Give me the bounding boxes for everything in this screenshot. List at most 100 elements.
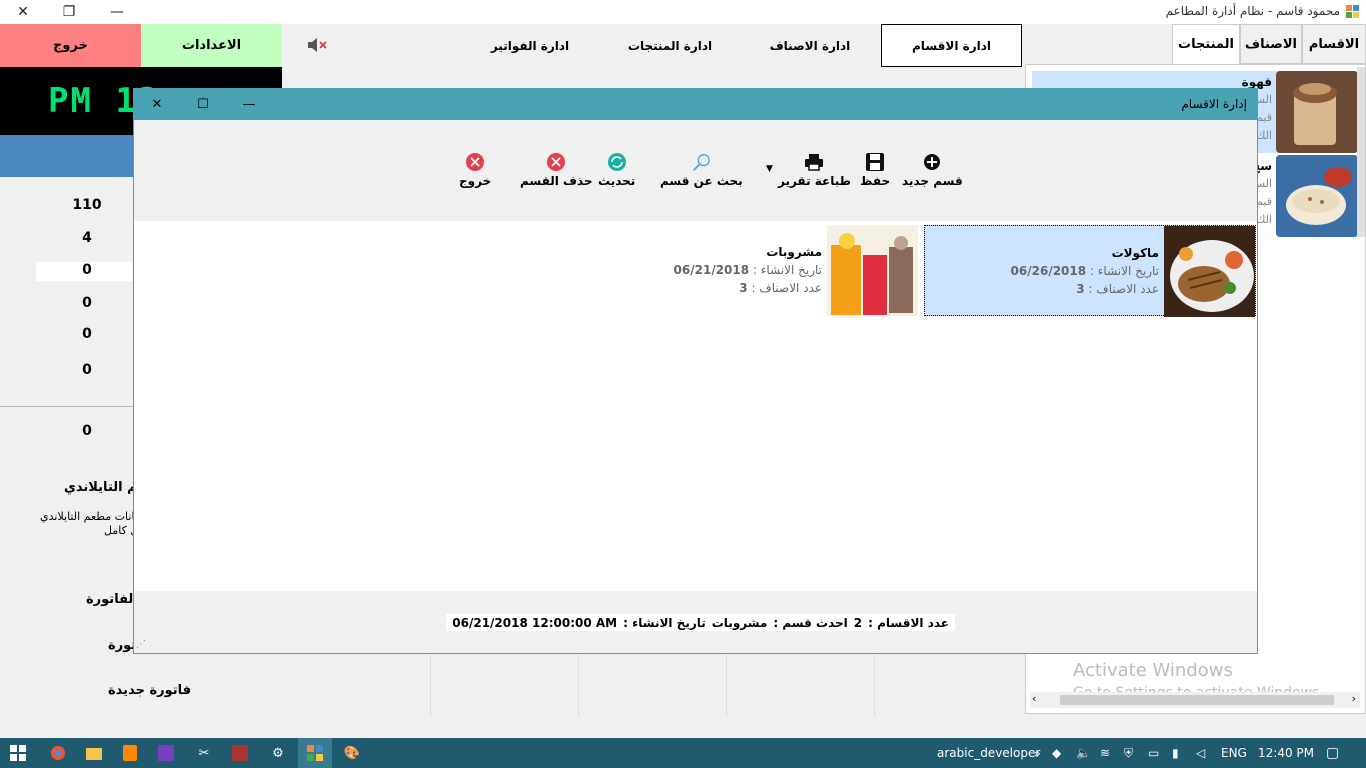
firewall-icon[interactable]: ◆ xyxy=(1052,738,1061,768)
dialog-close-icon[interactable]: ✕ xyxy=(134,89,180,120)
item-line: الك xyxy=(1256,129,1272,142)
sections-dialog: ✕ ☐ — إدارة الاقسام قسم جديد حفظ طباعة ت… xyxy=(133,88,1258,654)
section-card-drinks[interactable]: مشروبات تاريخ الانشاء : 06/21/2018 عدد ا… xyxy=(586,225,918,316)
chevron-right-icon[interactable]: › xyxy=(1352,692,1356,705)
volume-icon[interactable]: ◁ xyxy=(1196,738,1205,768)
vertical-scrollbar[interactable] xyxy=(1357,67,1365,237)
resize-grip-icon[interactable]: ⋰ xyxy=(136,639,146,650)
right-tabs: المنتجات الاصناف الاقسام xyxy=(1172,24,1366,64)
count-value: 3 xyxy=(1076,282,1085,296)
item-name: قهوة xyxy=(1241,75,1272,89)
wifi-icon[interactable]: ≋ xyxy=(1100,738,1110,768)
search-section-label: بحث عن قسم xyxy=(660,174,743,188)
tab-products[interactable]: المنتجات xyxy=(1172,24,1240,64)
section-name: مشروبات xyxy=(766,245,822,259)
dialog-titlebar: ✕ ☐ — إدارة الاقسام xyxy=(134,89,1257,120)
latest-section-label: احدث قسم : xyxy=(773,615,848,630)
scroll-thumb[interactable] xyxy=(1060,695,1334,705)
chevron-up-icon[interactable]: » xyxy=(1034,738,1041,768)
value-tax: 0 xyxy=(82,295,92,311)
dialog-statusbar: عدد الاقسام : 2 احدث قسم : مشروبات تاريخ… xyxy=(134,591,1257,653)
created-date: 06/21/2018 xyxy=(673,263,750,277)
speaker-icon[interactable]: 🔈 xyxy=(1076,738,1091,768)
sublime-icon[interactable] xyxy=(120,743,140,763)
section-count-row: عدد الاصناف : 3 xyxy=(1076,282,1159,296)
sections-count-label: عدد الاقسام : xyxy=(868,615,949,630)
chevron-left-icon[interactable]: ‹ xyxy=(1032,692,1036,705)
refresh-button[interactable]: تحديث xyxy=(598,152,635,188)
search-section-button[interactable]: بحث عن قسم xyxy=(660,152,743,188)
tools-icon[interactable]: ✂ xyxy=(194,743,214,763)
created-label: تاريخ الانشاء : xyxy=(1089,264,1159,278)
settings-button[interactable]: الاعدادات xyxy=(141,24,282,67)
invoice-label-1: الفاتورة xyxy=(86,592,138,607)
value-service: 0 xyxy=(82,326,92,342)
new-section-label: قسم جديد xyxy=(902,174,963,188)
value-discount: 0 xyxy=(82,262,92,278)
dialog-minimize-icon[interactable]: — xyxy=(226,89,272,120)
language-indicator[interactable]: ENG xyxy=(1221,738,1247,768)
value-extra: 0 xyxy=(82,362,92,378)
tab-categories[interactable]: الاصناف xyxy=(1240,24,1302,64)
dialog-toolbar: قسم جديد حفظ طباعة تقرير ▼ بحث عن قسم تح… xyxy=(134,120,1257,221)
search-icon xyxy=(691,152,711,172)
drinks-image xyxy=(827,225,918,316)
item-line: قيم xyxy=(1256,111,1272,124)
mute-icon[interactable] xyxy=(305,36,329,54)
window-title: محمود قاسم - نظام أدارة المطاعم xyxy=(1165,4,1340,18)
delete-section-button[interactable]: حذف القسم xyxy=(520,152,593,188)
section-count-row: عدد الاصناف : 3 xyxy=(739,281,822,295)
delete-section-label: حذف القسم xyxy=(520,174,593,188)
shield-icon[interactable]: ⛨ xyxy=(1124,738,1133,768)
nav-categories[interactable]: ادارة الاصناف xyxy=(750,24,870,67)
sahlab-image xyxy=(1276,155,1358,237)
nav-products[interactable]: ادارة المنتجات xyxy=(610,24,730,67)
new-section-button[interactable]: قسم جديد xyxy=(902,152,963,188)
value-net: 0 xyxy=(82,423,92,439)
horizontal-scrollbar[interactable]: ‹ › xyxy=(1030,692,1360,708)
refresh-label: تحديث xyxy=(598,174,636,188)
exit-button[interactable]: خروج xyxy=(0,24,141,67)
dialog-exit-label: خروج xyxy=(459,174,492,188)
dialog-maximize-icon[interactable]: ☐ xyxy=(180,89,226,120)
save-icon xyxy=(865,152,885,172)
latest-section: مشروبات xyxy=(711,615,768,630)
minimize-icon[interactable]: — xyxy=(94,0,140,24)
windows-start-icon[interactable] xyxy=(8,743,28,763)
save-button[interactable]: حفظ xyxy=(860,152,890,188)
paint-icon[interactable]: 🎨 xyxy=(342,743,362,763)
restaurant-app-icon[interactable] xyxy=(298,738,332,768)
item-line: قيم xyxy=(1256,195,1272,208)
products-grid-footer xyxy=(282,655,1025,717)
tab-sections[interactable]: الاقسام xyxy=(1302,24,1366,64)
dropdown-arrow-icon[interactable]: ▼ xyxy=(766,164,773,174)
battery-icon[interactable]: ▮ xyxy=(1172,738,1179,768)
chrome-icon[interactable] xyxy=(48,743,68,763)
count-label: عدد الاصناف : xyxy=(1088,282,1159,296)
maximize-icon[interactable]: ❐ xyxy=(46,0,92,24)
close-icon[interactable]: ✕ xyxy=(0,0,46,24)
print-report-button[interactable]: طباعة تقرير xyxy=(778,152,851,188)
section-card-food[interactable]: ماكولات تاريخ الانشاء : 06/26/2018 عدد ا… xyxy=(924,225,1256,317)
clock[interactable]: 12:40 PM xyxy=(1258,738,1314,768)
created-label: تاريخ الانشاء : xyxy=(752,263,822,277)
section-created-row: تاريخ الانشاء : 06/21/2018 xyxy=(674,263,822,277)
refresh-icon xyxy=(607,152,627,172)
restaurant-desc: يانات مطعم التايلاندي xyxy=(40,510,138,523)
nav-invoices[interactable]: ادارة الفواتير xyxy=(470,24,590,67)
count-value: 3 xyxy=(739,281,748,295)
folder-icon[interactable] xyxy=(84,743,104,763)
settings-gear-icon[interactable]: ⚙ xyxy=(268,743,288,763)
dialog-exit-button[interactable]: خروج xyxy=(459,152,491,188)
main-titlebar: ✕ ❐ — محمود قاسم - نظام أدارة المطاعم xyxy=(0,0,1366,24)
new-invoice-button[interactable]: فاتورة جديدة xyxy=(108,683,191,698)
notification-icon[interactable]: ▢ xyxy=(1326,738,1339,768)
taskbar: ✂ ⚙ 🎨 arabic_developer » ◆ 🔈 ≋ ⛨ ▭ ▮ ◁ E… xyxy=(0,738,1366,768)
nav-sections[interactable]: ادارة الاقسام xyxy=(881,24,1022,67)
section-name: ماكولات xyxy=(1111,246,1159,260)
count-label: عدد الاصناف : xyxy=(751,281,822,295)
access-icon[interactable] xyxy=(230,743,250,763)
visual-studio-icon[interactable] xyxy=(156,743,176,763)
display-icon[interactable]: ▭ xyxy=(1148,738,1159,768)
plus-circle-icon xyxy=(922,152,942,172)
